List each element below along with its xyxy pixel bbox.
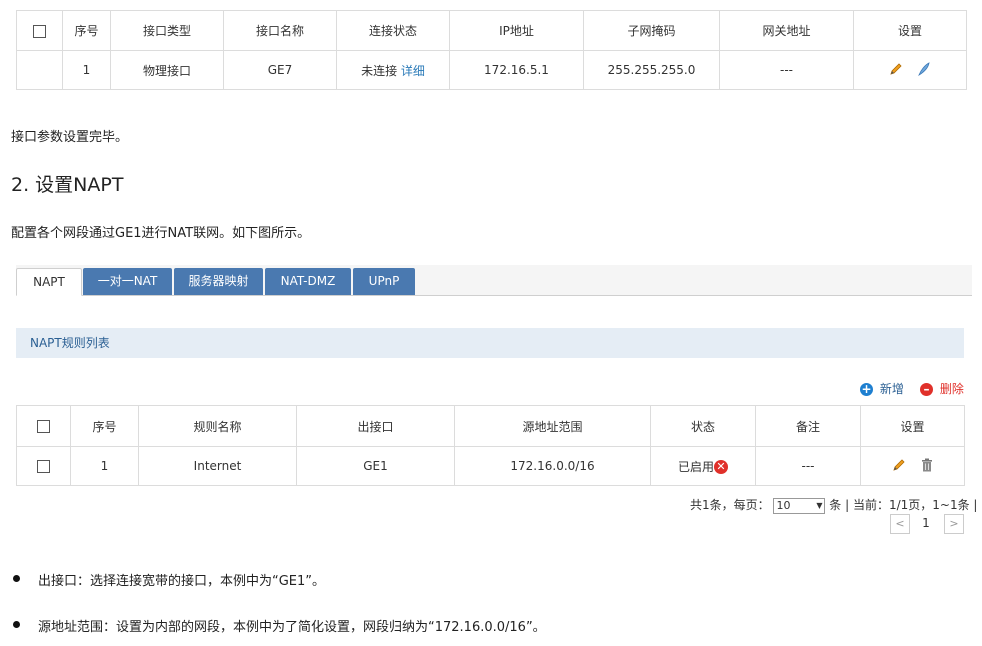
col-index: 序号 bbox=[70, 405, 139, 447]
col-type: 接口类型 bbox=[110, 10, 224, 51]
pager-summary-suffix: 条 | 当前：1/1页，1~1条 | bbox=[829, 498, 978, 512]
bullet-text-2: 源地址范围：设置为内部的网段，本例中为了简化设置，网段归纳为“172.16.0.… bbox=[38, 620, 546, 635]
per-page-select[interactable]: 10 ▼ bbox=[773, 497, 826, 514]
col-status: 状态 bbox=[650, 405, 756, 447]
intro-text: 配置各个网段通过GE1进行NAT联网。如下图所示。 bbox=[11, 226, 311, 241]
bullet-text-1: 出接口：选择连接宽带的接口，本例中为“GE1”。 bbox=[38, 574, 326, 589]
edit-icon[interactable] bbox=[892, 458, 906, 475]
row-src-range: 172.16.0.0/16 bbox=[454, 446, 651, 486]
bullet-icon bbox=[13, 621, 20, 628]
per-page-value: 10 bbox=[776, 498, 791, 512]
row-out-interface: GE1 bbox=[296, 446, 455, 486]
col-settings: 设置 bbox=[853, 10, 967, 51]
tab-napt[interactable]: NAPT bbox=[16, 268, 82, 296]
done-text: 接口参数设置完毕。 bbox=[11, 130, 129, 145]
napt-table-header: 序号 规则名称 出接口 源地址范围 状态 备注 设置 bbox=[16, 405, 965, 447]
current-page[interactable]: 1 bbox=[914, 516, 938, 530]
delete-button[interactable]: – 删除 bbox=[920, 380, 964, 397]
interface-table: 序号 接口类型 接口名称 连接状态 IP地址 子网掩码 网关地址 设置 1 物理… bbox=[16, 10, 967, 90]
feather-icon[interactable] bbox=[917, 61, 931, 79]
tab-one-to-one-nat[interactable]: 一对一NAT bbox=[83, 268, 172, 295]
minus-icon: – bbox=[920, 383, 933, 396]
add-button[interactable]: + 新增 bbox=[860, 380, 904, 397]
plus-icon: + bbox=[860, 382, 873, 396]
pager-summary-prefix: 共1条，每页： bbox=[690, 498, 770, 512]
details-link[interactable]: 详细 bbox=[401, 64, 425, 78]
select-all-checkbox[interactable] bbox=[16, 405, 71, 447]
col-gateway: 网关地址 bbox=[719, 10, 854, 51]
row-index: 1 bbox=[62, 50, 111, 90]
status-toggle-icon[interactable]: ✕ bbox=[714, 460, 728, 474]
select-all-checkbox[interactable] bbox=[16, 10, 63, 51]
dropdown-arrow-icon: ▼ bbox=[816, 500, 823, 510]
col-name: 接口名称 bbox=[223, 10, 337, 51]
trash-icon[interactable] bbox=[921, 458, 933, 475]
col-rule-name: 规则名称 bbox=[138, 405, 297, 447]
row-ip: 172.16.5.1 bbox=[449, 50, 584, 90]
tab-server-mapping[interactable]: 服务器映射 bbox=[174, 268, 263, 295]
pager: 共1条，每页： 10 ▼ 条 | 当前：1/1页，1~1条 | bbox=[690, 496, 977, 514]
row-checkbox[interactable] bbox=[16, 446, 71, 486]
status-text: 未连接 bbox=[361, 63, 398, 78]
tab-upnp[interactable]: UPnP bbox=[353, 268, 415, 295]
interface-table-header: 序号 接口类型 接口名称 连接状态 IP地址 子网掩码 网关地址 设置 bbox=[16, 10, 967, 51]
row-note: --- bbox=[755, 446, 861, 486]
row-index: 1 bbox=[70, 446, 139, 486]
col-settings: 设置 bbox=[860, 405, 965, 447]
row-name: Internet bbox=[138, 446, 297, 486]
next-page-button[interactable]: > bbox=[944, 514, 964, 534]
tab-nat-dmz[interactable]: NAT-DMZ bbox=[265, 268, 351, 295]
table-row: 1 Internet GE1 172.16.0.0/16 已启用 ✕ --- bbox=[16, 446, 965, 486]
col-status: 连接状态 bbox=[336, 10, 450, 51]
col-note: 备注 bbox=[755, 405, 861, 447]
row-gateway: --- bbox=[719, 50, 854, 90]
panel-header: NAPT规则列表 bbox=[16, 328, 964, 358]
col-out-interface: 出接口 bbox=[296, 405, 455, 447]
col-src-range: 源地址范围 bbox=[454, 405, 651, 447]
edit-icon[interactable] bbox=[889, 62, 903, 79]
status-text: 已启用 bbox=[677, 459, 714, 474]
section-heading: 2. 设置NAPT bbox=[11, 174, 124, 196]
col-index: 序号 bbox=[62, 10, 111, 51]
row-type: 物理接口 bbox=[110, 50, 224, 90]
row-settings bbox=[860, 446, 965, 486]
prev-page-button[interactable]: < bbox=[890, 514, 910, 534]
napt-table: 序号 规则名称 出接口 源地址范围 状态 备注 设置 1 Internet GE… bbox=[16, 405, 965, 486]
row-status: 已启用 ✕ bbox=[650, 446, 756, 486]
row-name: GE7 bbox=[223, 50, 337, 90]
row-status: 未连接 详细 bbox=[336, 50, 450, 90]
panel-title: NAPT规则列表 bbox=[30, 336, 110, 350]
row-mask: 255.255.255.0 bbox=[583, 50, 720, 90]
col-mask: 子网掩码 bbox=[583, 10, 720, 51]
table-row: 1 物理接口 GE7 未连接 详细 172.16.5.1 255.255.255… bbox=[16, 50, 967, 90]
bullet-icon bbox=[13, 575, 20, 582]
row-settings bbox=[853, 50, 967, 90]
col-ip: IP地址 bbox=[449, 10, 584, 51]
